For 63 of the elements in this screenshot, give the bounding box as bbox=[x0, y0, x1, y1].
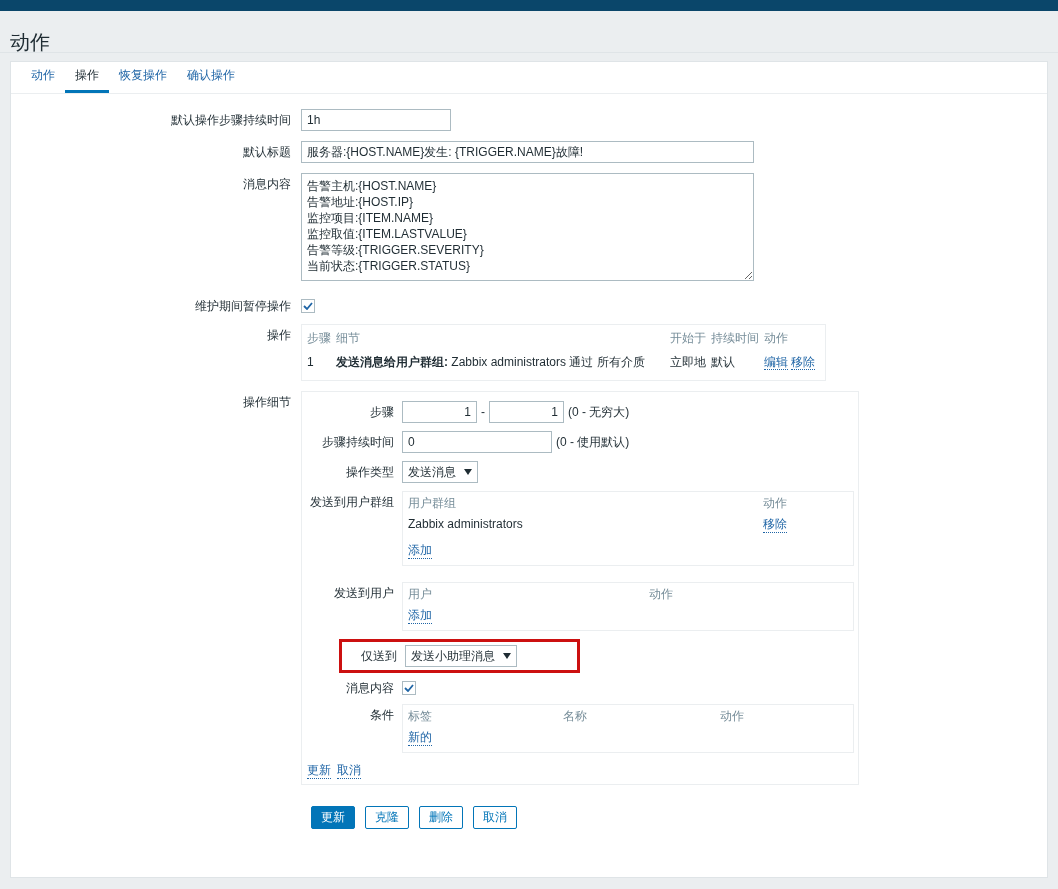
step-to-field[interactable]: 1 bbox=[489, 401, 564, 423]
column-header: 开始于 bbox=[669, 329, 711, 350]
field-label: 默认操作步骤持续时间 bbox=[170, 112, 292, 129]
field-label: 操作类型 bbox=[345, 464, 395, 480]
form-link[interactable]: 取消 bbox=[337, 763, 361, 779]
text-field[interactable]: 0 bbox=[402, 431, 552, 453]
field-label: 步骤持续时间 bbox=[321, 434, 395, 450]
table-cell: 默认 bbox=[710, 350, 764, 372]
add-link[interactable]: 添加 bbox=[408, 543, 432, 559]
separator-text: - bbox=[481, 404, 485, 420]
field-label: 维护期间暂停操作 bbox=[194, 298, 292, 314]
hint-text: (0 - 使用默认) bbox=[556, 434, 630, 450]
select-field[interactable]: 发送小助理消息 bbox=[405, 645, 517, 667]
field-label: 发送到用户 bbox=[333, 585, 395, 601]
action-link[interactable]: 编辑 bbox=[763, 355, 788, 370]
field-label: 操作细节 bbox=[242, 394, 292, 411]
text-field[interactable]: 1h bbox=[301, 109, 451, 131]
field-label: 步骤 bbox=[369, 404, 395, 420]
table-cell-text: Zabbix administrators bbox=[408, 517, 524, 533]
form-button[interactable]: 删除 bbox=[419, 806, 463, 829]
tab[interactable]: 操作 bbox=[65, 62, 109, 93]
field-label: 操作 bbox=[266, 327, 292, 344]
field-label: 消息内容 bbox=[345, 680, 395, 696]
column-header: 标签 bbox=[408, 709, 433, 724]
tab[interactable]: 恢复操作 bbox=[109, 62, 177, 93]
field-label: 发送到用户群组 bbox=[309, 494, 395, 510]
form-button[interactable]: 克隆 bbox=[365, 806, 409, 829]
column-header: 动作 bbox=[763, 330, 789, 347]
column-header: 用户群组 bbox=[408, 496, 457, 511]
column-header: 动作 bbox=[763, 496, 787, 511]
column-header: 持续时间 bbox=[710, 329, 764, 350]
field-label: 条件 bbox=[369, 707, 395, 723]
message-textarea[interactable]: 告警主机:{HOST.NAME} 告警地址:{HOST.IP} 监控项目:{ITEM.NAME} 监控取值:{ITEM.LASTVALUE} 告警等级:{TRIGGER.SEVERITY} 当前状态:{TRIGGER.STATUS} bbox=[301, 173, 754, 281]
form-button[interactable]: 更新 bbox=[311, 806, 355, 829]
column-header: 细节 bbox=[336, 329, 670, 350]
field-label: 默认标题 bbox=[242, 144, 292, 161]
column-header: 动作 bbox=[649, 587, 673, 602]
form-link[interactable]: 更新 bbox=[307, 763, 331, 779]
text-field[interactable]: 服务器:{HOST.NAME}发生: {TRIGGER.NAME}故障! bbox=[301, 141, 754, 163]
select-field[interactable]: 发送消息 bbox=[402, 461, 478, 483]
tab[interactable]: 动作 bbox=[21, 62, 65, 93]
field-label: 消息内容 bbox=[242, 176, 292, 193]
action-link[interactable]: 移除 bbox=[791, 355, 816, 370]
checkbox[interactable] bbox=[402, 681, 416, 695]
form-button[interactable]: 取消 bbox=[473, 806, 517, 829]
hint-text: (0 - 无穷大) bbox=[568, 404, 630, 420]
caret-icon bbox=[503, 653, 511, 659]
table-cell: 1 bbox=[307, 350, 336, 372]
tab[interactable]: 确认操作 bbox=[177, 62, 245, 93]
table-cell: 立即地 bbox=[669, 350, 711, 372]
add-link[interactable]: 添加 bbox=[408, 608, 432, 624]
caret-icon bbox=[464, 469, 472, 475]
column-header: 名称 bbox=[563, 709, 588, 724]
step-from-field[interactable]: 1 bbox=[402, 401, 477, 423]
checkbox[interactable] bbox=[301, 299, 315, 313]
remove-link[interactable]: 移除 bbox=[763, 517, 787, 533]
column-header: 用户 bbox=[408, 587, 433, 602]
column-header: 步骤 bbox=[307, 329, 336, 350]
table-cell: 发送消息给用户群组: Zabbix administrators 通过 所有介质 bbox=[336, 350, 670, 372]
add-link[interactable]: 新的 bbox=[408, 730, 432, 746]
field-label: 仅送到 bbox=[360, 648, 398, 665]
column-header: 动作 bbox=[720, 709, 744, 724]
page-title: 动作 bbox=[10, 31, 51, 53]
